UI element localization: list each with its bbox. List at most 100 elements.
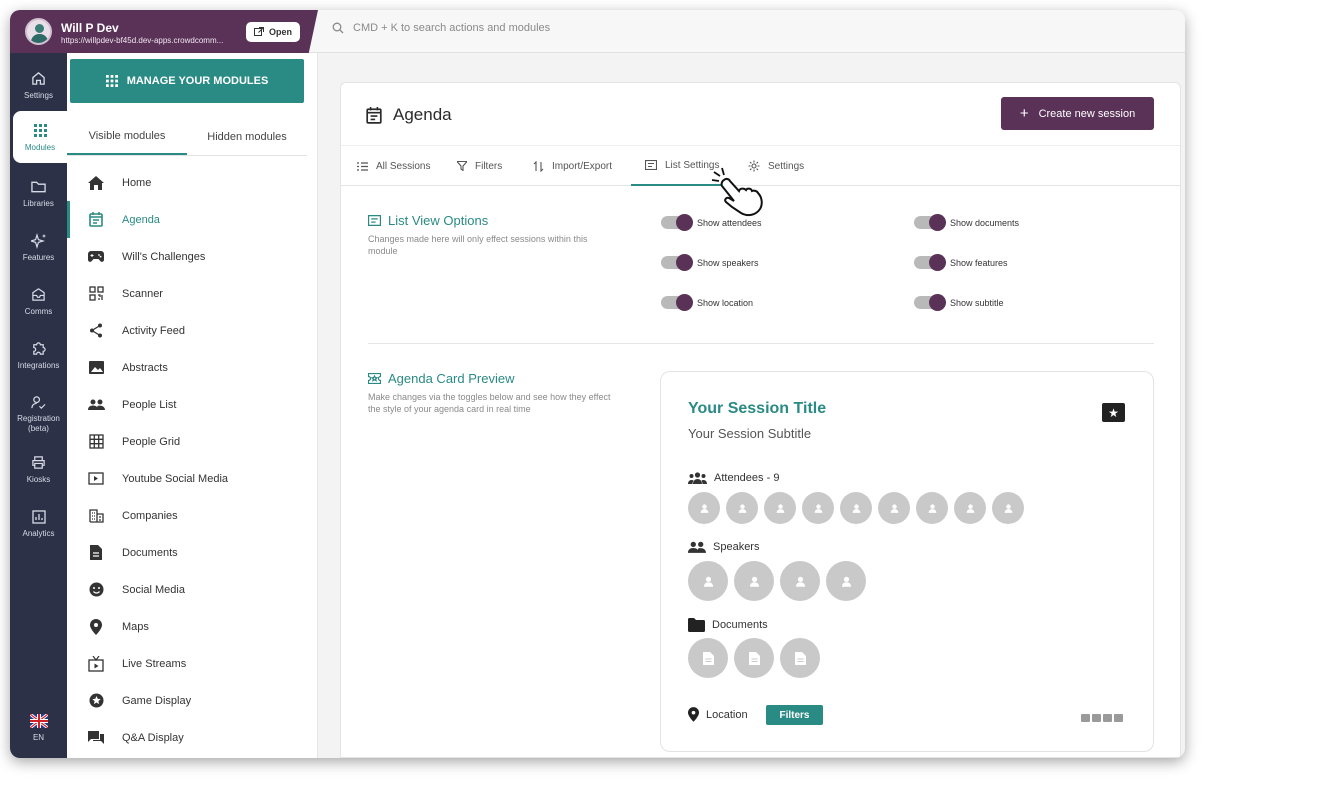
toggle-show-features[interactable]: Show features bbox=[914, 254, 1008, 271]
module-item-qa-display[interactable]: Q&A Display bbox=[67, 719, 307, 756]
calendar-icon bbox=[366, 106, 382, 124]
inbox-icon bbox=[30, 286, 48, 304]
toggle-label: Show features bbox=[950, 257, 1008, 268]
open-app-button[interactable]: Open bbox=[246, 22, 300, 42]
tab-label: Settings bbox=[768, 160, 805, 172]
ticket-icon bbox=[368, 373, 381, 384]
list-view-icon bbox=[368, 215, 381, 226]
qr-icon bbox=[86, 284, 106, 304]
modules-tabs: Visible modules Hidden modules bbox=[67, 118, 307, 156]
module-item-label: Agenda bbox=[122, 213, 160, 226]
tab-filters[interactable]: Filters bbox=[443, 146, 516, 186]
toggle-show-subtitle[interactable]: Show subtitle bbox=[914, 294, 1004, 311]
document-thumbnail bbox=[780, 638, 820, 678]
rail-item-integrations[interactable]: Integrations bbox=[10, 329, 67, 381]
create-session-label: Create new session bbox=[1038, 107, 1136, 120]
module-item-label: Scanner bbox=[122, 287, 163, 300]
feature-ticket-icon[interactable]: ★ bbox=[1102, 403, 1125, 422]
agenda-card-preview: Your Session Title Your Session Subtitle… bbox=[660, 371, 1154, 752]
toggle-label: Show subtitle bbox=[950, 297, 1004, 308]
create-session-button[interactable]: + Create new session bbox=[1001, 97, 1154, 130]
rail-item-libraries[interactable]: Libraries bbox=[10, 167, 67, 219]
rail-item-comms[interactable]: Comms bbox=[10, 275, 67, 327]
tab-hidden-modules[interactable]: Hidden modules bbox=[187, 118, 307, 155]
module-item-game-display[interactable]: Game Display bbox=[67, 682, 307, 719]
toggle-switch[interactable] bbox=[914, 294, 946, 311]
toggle-show-location[interactable]: Show location bbox=[661, 294, 753, 311]
module-item-agenda[interactable]: Agenda bbox=[67, 201, 307, 238]
attendees-heading: Attendees - 9 bbox=[688, 472, 779, 484]
image-icon bbox=[86, 358, 106, 378]
toggle-switch[interactable] bbox=[914, 214, 946, 231]
section-divider bbox=[368, 343, 1154, 344]
list-view-title: List View Options bbox=[368, 213, 488, 228]
rail-item-label: Settings bbox=[24, 90, 53, 100]
rail-item-registration[interactable]: Registration (beta) bbox=[10, 387, 67, 439]
module-item-live-streams[interactable]: Live Streams bbox=[67, 645, 307, 682]
tab-import-export[interactable]: Import/Export bbox=[519, 146, 626, 186]
module-item-people-list[interactable]: People List bbox=[67, 386, 307, 423]
rail-item-analytics[interactable]: Analytics bbox=[10, 497, 67, 549]
search-placeholder[interactable]: CMD + K to search actions and modules bbox=[353, 22, 550, 34]
module-item-companies[interactable]: Companies bbox=[67, 497, 307, 534]
toggle-show-documents[interactable]: Show documents bbox=[914, 214, 1020, 231]
speakers-label: Speakers bbox=[713, 541, 760, 553]
rail-item-kiosks[interactable]: Kiosks bbox=[10, 443, 67, 495]
document-icon bbox=[86, 543, 106, 563]
search-bar[interactable]: CMD + K to search actions and modules bbox=[332, 22, 550, 34]
module-item-social-media[interactable]: Social Media bbox=[67, 571, 307, 608]
session-subtitle: Your Session Subtitle bbox=[688, 426, 812, 441]
document-thumbnail bbox=[688, 638, 728, 678]
sparkle-icon bbox=[30, 232, 48, 250]
rail-item-modules[interactable]: Modules bbox=[13, 111, 67, 163]
toggle-switch[interactable] bbox=[661, 294, 693, 311]
module-item-activity-feed[interactable]: Activity Feed bbox=[67, 312, 307, 349]
tab-all-sessions[interactable]: All Sessions bbox=[343, 146, 444, 186]
location-label: Location bbox=[706, 708, 748, 721]
account-switcher[interactable]: Will P Dev https://willpdev-bf45d.dev-ap… bbox=[10, 10, 318, 53]
location-heading: Location bbox=[688, 707, 748, 722]
toggle-switch[interactable] bbox=[661, 214, 693, 231]
open-label: Open bbox=[268, 27, 292, 37]
video-icon bbox=[1081, 714, 1090, 722]
attendee-avatar bbox=[802, 492, 834, 524]
module-item-abstracts[interactable]: Abstracts bbox=[67, 349, 307, 386]
module-item-label: Game Display bbox=[122, 694, 192, 707]
filters-chip: Filters bbox=[766, 705, 823, 725]
rail-item-label: Kiosks bbox=[26, 474, 51, 484]
star-circle-icon bbox=[86, 691, 106, 711]
analytics-icon bbox=[30, 508, 48, 526]
tab-visible-modules[interactable]: Visible modules bbox=[67, 118, 187, 155]
module-item-youtube-social-media[interactable]: Youtube Social Media bbox=[67, 460, 307, 497]
search-icon bbox=[332, 22, 344, 34]
toggle-switch[interactable] bbox=[914, 254, 946, 271]
rail-item-settings[interactable]: Settings bbox=[10, 59, 67, 111]
module-item-home[interactable]: Home bbox=[67, 164, 307, 201]
language-switcher[interactable]: EN bbox=[10, 701, 67, 753]
people-icon bbox=[86, 395, 106, 415]
attendee-avatar bbox=[726, 492, 758, 524]
module-item-documents[interactable]: Documents bbox=[67, 534, 307, 571]
module-item-wills-challenges[interactable]: Will's Challenges bbox=[67, 238, 307, 275]
speakers-heading: Speakers bbox=[688, 541, 759, 553]
left-rail: Settings Modules Libraries Features Comm… bbox=[10, 53, 67, 758]
module-item-maps[interactable]: Maps bbox=[67, 608, 307, 645]
documents-heading: Documents bbox=[688, 618, 768, 632]
toggle-switch[interactable] bbox=[661, 254, 693, 271]
toggle-show-speakers[interactable]: Show speakers bbox=[661, 254, 759, 271]
manage-modules-button[interactable]: MANAGE YOUR MODULES bbox=[70, 59, 304, 103]
folder-icon bbox=[688, 618, 705, 632]
printer-icon bbox=[30, 454, 48, 472]
module-item-people-grid[interactable]: People Grid bbox=[67, 423, 307, 460]
attendee-avatar bbox=[688, 492, 720, 524]
preview-title-text: Agenda Card Preview bbox=[388, 371, 515, 386]
module-item-scanner[interactable]: Scanner bbox=[67, 275, 307, 312]
tv-icon bbox=[86, 654, 106, 674]
preview-title: Agenda Card Preview bbox=[368, 371, 514, 386]
rail-item-label: Comms bbox=[24, 306, 53, 316]
grid-icon bbox=[31, 122, 49, 140]
account-url: https://willpdev-bf45d.dev-apps.crowdcom… bbox=[61, 36, 224, 45]
rail-item-features[interactable]: Features bbox=[10, 221, 67, 273]
rail-item-label: Modules bbox=[24, 142, 56, 152]
toggle-label: Show documents bbox=[950, 217, 1020, 228]
